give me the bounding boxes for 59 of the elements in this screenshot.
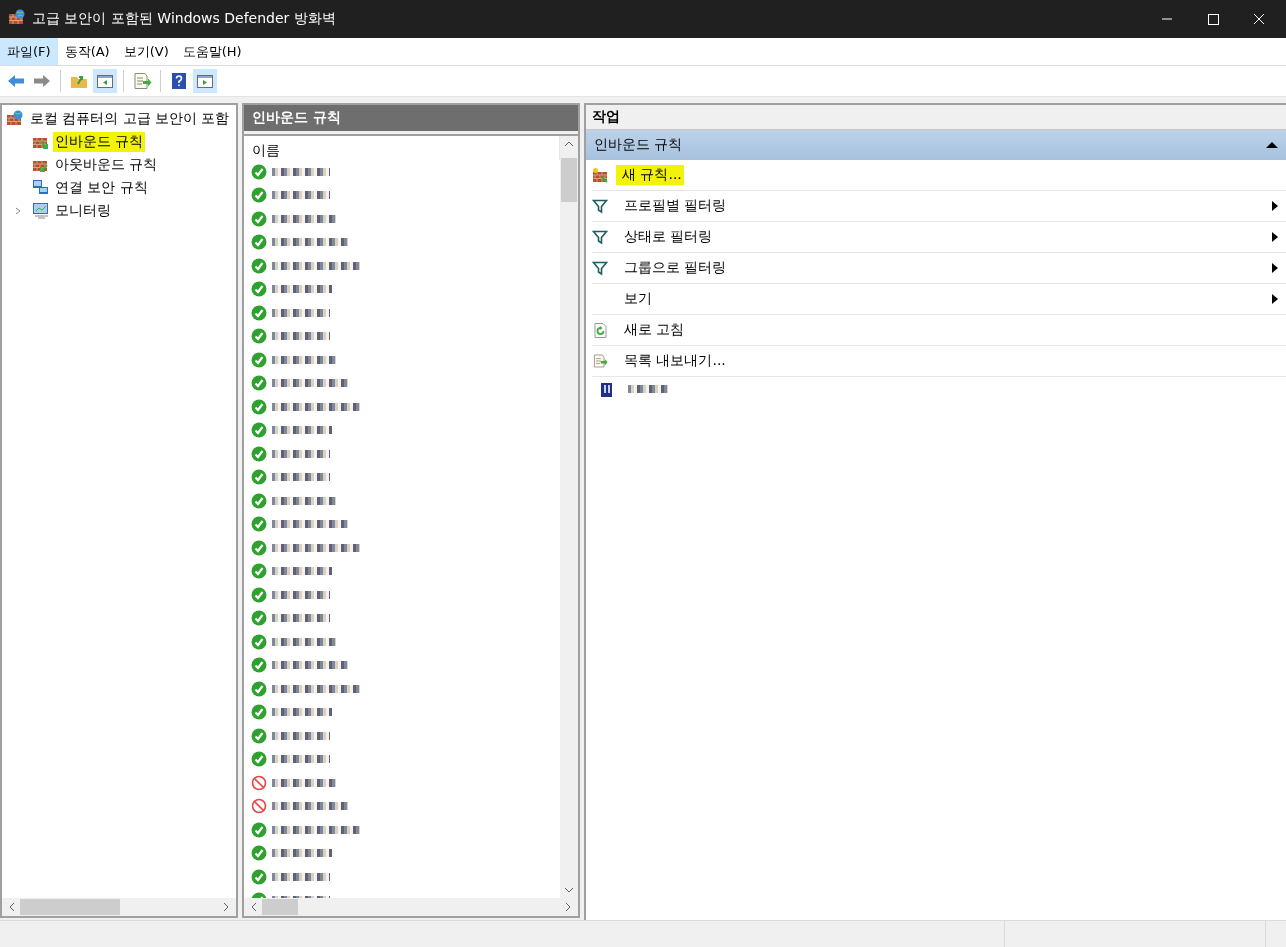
firewall-globe-icon bbox=[6, 109, 24, 128]
menu-item[interactable]: 도움말(H) bbox=[175, 38, 249, 65]
submenu-arrow-icon[interactable] bbox=[1272, 263, 1278, 273]
tree-item[interactable]: 아웃바운드 규칙 bbox=[53, 154, 160, 175]
filter-icon bbox=[592, 198, 608, 214]
blurred-text bbox=[272, 473, 330, 482]
monitor-icon bbox=[32, 202, 49, 219]
column-header[interactable]: 이름 bbox=[252, 142, 280, 160]
refresh-icon bbox=[592, 322, 608, 338]
menu-item[interactable]: 보기(V) bbox=[116, 38, 176, 65]
menu-item[interactable]: 동작(A) bbox=[57, 38, 117, 65]
collapse-caret-icon[interactable] bbox=[1266, 141, 1278, 149]
section-header[interactable]: 인바운드 규칙 bbox=[586, 130, 1286, 160]
export-list-icon[interactable] bbox=[132, 71, 152, 91]
blurred-icon bbox=[598, 381, 614, 397]
blurred-text bbox=[628, 385, 668, 393]
tree-item[interactable]: 인바운드 규칙 bbox=[53, 131, 146, 152]
blurred-text bbox=[272, 708, 332, 717]
scrollbar-thumb[interactable] bbox=[561, 158, 577, 202]
scrollbar-thumb[interactable] bbox=[20, 899, 120, 915]
tree-item[interactable]: 연결 보안 규칙 bbox=[53, 177, 150, 198]
action-item[interactable]: 새 규칙... bbox=[616, 165, 684, 185]
blurred-text bbox=[272, 167, 330, 176]
blurred-text bbox=[272, 872, 330, 881]
tree-item[interactable]: 로컬 컴퓨터의 고급 보안이 포함 bbox=[28, 108, 232, 129]
submenu-arrow-icon[interactable] bbox=[1272, 201, 1278, 211]
blurred-text bbox=[272, 849, 332, 858]
blurred-text bbox=[272, 755, 330, 764]
action-item[interactable]: 목록 내보내기... bbox=[622, 351, 728, 371]
submenu-arrow-icon[interactable] bbox=[1272, 294, 1278, 304]
blurred-text bbox=[272, 308, 330, 317]
blurred-text bbox=[272, 731, 330, 740]
computers-icon bbox=[32, 179, 49, 196]
firewall-star-icon bbox=[592, 167, 608, 183]
blurred-text bbox=[272, 191, 330, 200]
blurred-text bbox=[272, 778, 336, 787]
blurred-text bbox=[272, 426, 332, 435]
actions-header: 작업 bbox=[586, 105, 1286, 130]
export-list-icon bbox=[592, 353, 608, 369]
window-title: 고급 보안이 포함된 Windows Defender 방화벽 bbox=[32, 10, 337, 28]
menu-item[interactable]: 파일(F) bbox=[0, 38, 58, 65]
blurred-text bbox=[272, 614, 330, 623]
blurred-text bbox=[272, 590, 330, 599]
tree-item[interactable]: 모니터링 bbox=[53, 200, 113, 221]
blurred-text bbox=[272, 285, 332, 294]
blurred-text bbox=[272, 449, 330, 458]
blurred-text bbox=[272, 496, 336, 505]
blurred-text bbox=[272, 214, 336, 223]
submenu-arrow-icon[interactable] bbox=[1272, 232, 1278, 242]
filter-icon bbox=[592, 260, 608, 276]
pane-header: 인바운드 규칙 bbox=[244, 105, 578, 131]
blurred-text bbox=[272, 355, 336, 364]
blurred-text bbox=[272, 332, 330, 341]
blurred-text bbox=[272, 567, 332, 576]
firewall-globe-icon bbox=[8, 8, 26, 27]
blurred-text bbox=[272, 637, 336, 646]
filter-icon bbox=[592, 229, 608, 245]
help-icon[interactable] bbox=[169, 71, 189, 91]
scrollbar-thumb[interactable] bbox=[262, 899, 298, 915]
